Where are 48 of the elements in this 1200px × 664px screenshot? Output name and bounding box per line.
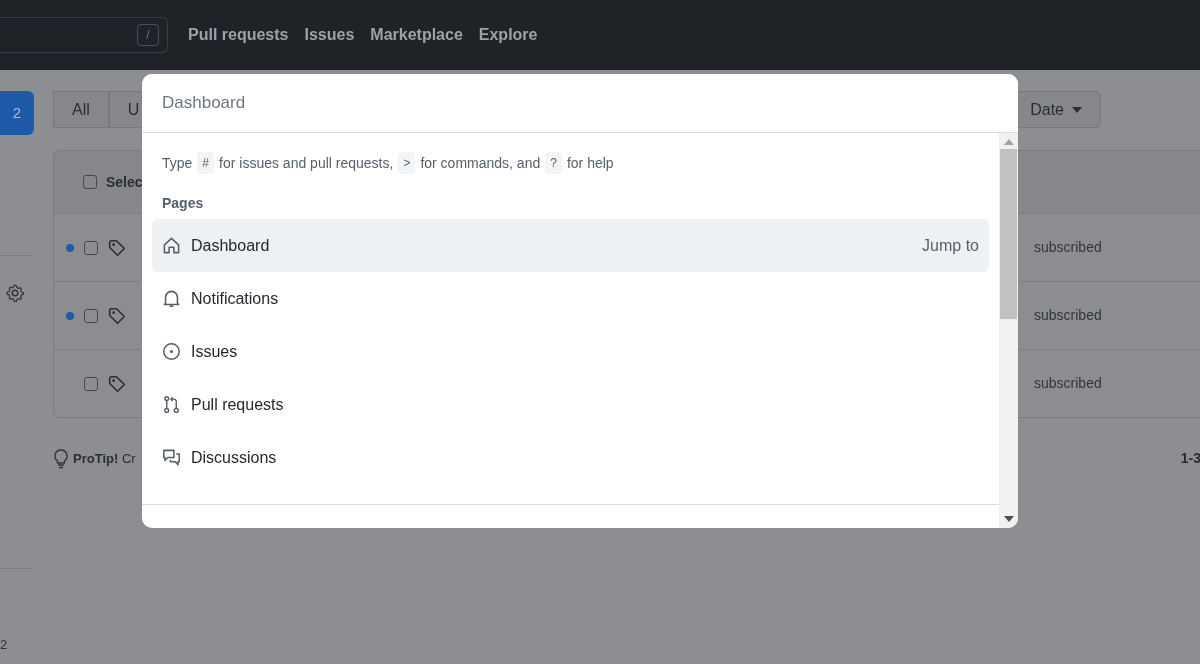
scroll-down-icon[interactable] [1003,516,1014,522]
nav-link[interactable]: Issues [304,23,355,47]
reason-text: subscribed [1034,374,1102,393]
key-hint: > [398,152,416,174]
discussion-icon [162,448,181,467]
select-all-checkbox[interactable] [83,175,97,189]
tag-icon [108,238,126,257]
settings-icon[interactable] [6,284,24,302]
reason-text: subscribed [1034,306,1102,325]
nav-link[interactable]: Pull requests [188,23,289,47]
jump-hint: Jump to [922,235,979,256]
home-icon [162,236,181,255]
page-item[interactable]: Dashboard Jump to [152,219,989,272]
reason-text: subscribed [1034,238,1102,257]
pagination-text: 1-3 [1180,449,1200,468]
issue-icon [162,342,181,361]
page-item[interactable]: Pull requests [152,378,989,431]
search-field[interactable]: / [0,17,168,53]
command-input[interactable]: Dashboard [142,74,1018,133]
filter-button[interactable]: All [53,91,109,128]
pull-request-icon [162,395,181,414]
row-checkbox[interactable] [84,308,98,323]
hint-text: for help [566,153,614,173]
inbox-count-button[interactable]: 2 [0,91,34,135]
hint-text: for issues and pull requests, [219,153,394,173]
tag-icon [108,306,126,325]
key-hint: ? [545,152,562,174]
tag-icon [108,374,126,393]
page-item[interactable]: Notifications [152,272,989,325]
nav-link[interactable]: Explore [478,23,538,47]
count-label: 2 [0,636,9,654]
page-item[interactable]: Issues [152,325,989,378]
shortcut-key: / [137,24,159,46]
hint-text: for commands, and [420,153,541,173]
section-heading: Pages [161,194,205,213]
lightbulb-icon [53,448,69,469]
scroll-up-icon[interactable] [1003,139,1014,145]
select-all-label: Selec [106,172,143,192]
caret-icon [1072,106,1082,113]
row-checkbox[interactable] [84,376,98,391]
page-item[interactable]: Discussions [152,431,989,484]
row-checkbox[interactable] [84,240,98,255]
protip-text: ProTip! Cr [73,449,136,468]
key-hint: # [197,152,215,174]
hint-text: Type [162,153,193,173]
scrollbar[interactable] [999,133,1018,528]
nav-link[interactable]: Marketplace [370,23,463,47]
bell-icon [162,289,181,308]
